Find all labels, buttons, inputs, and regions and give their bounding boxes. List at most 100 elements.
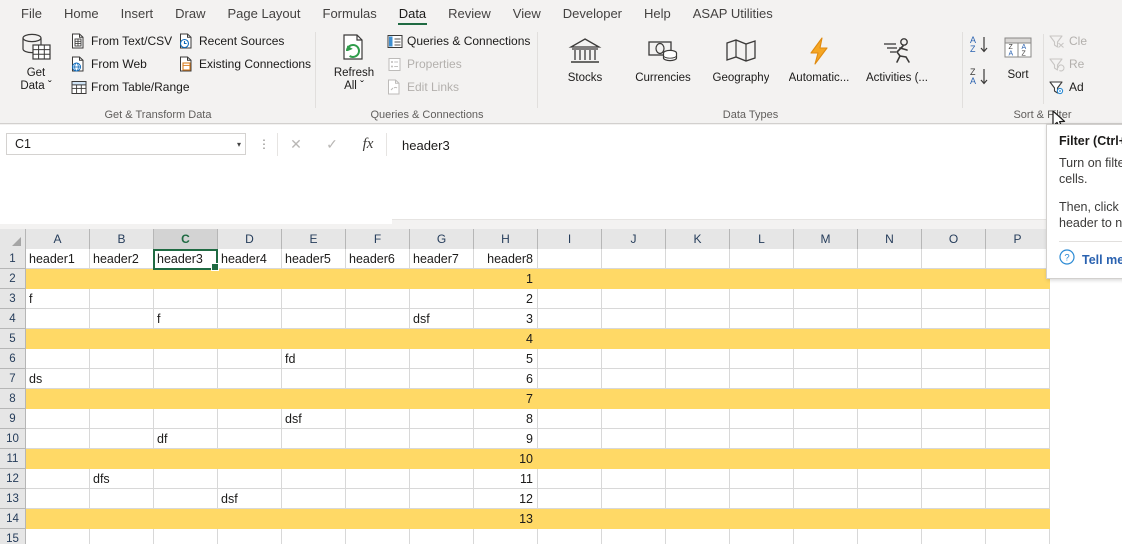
cell-C4[interactable]: f: [154, 309, 218, 329]
cell-O15[interactable]: [922, 529, 986, 544]
cell-E6[interactable]: fd: [282, 349, 346, 369]
cell-A12[interactable]: [26, 469, 90, 489]
queries-connections-button[interactable]: Queries & Connections: [386, 31, 530, 51]
cell-H2[interactable]: 1: [474, 269, 538, 289]
cell-I15[interactable]: [538, 529, 602, 544]
cell-J7[interactable]: [602, 369, 666, 389]
sort-dialog-button[interactable]: Z A A Z Sort: [995, 31, 1041, 82]
cell-K1[interactable]: [666, 249, 730, 269]
cell-C14[interactable]: [154, 509, 218, 529]
cell-C3[interactable]: [154, 289, 218, 309]
cell-C12[interactable]: [154, 469, 218, 489]
column-header-l[interactable]: L: [730, 229, 794, 249]
row-header-12[interactable]: 12: [0, 469, 26, 489]
cell-F11[interactable]: [346, 449, 410, 469]
cell-M3[interactable]: [794, 289, 858, 309]
cell-I4[interactable]: [538, 309, 602, 329]
cell-K10[interactable]: [666, 429, 730, 449]
cell-G4[interactable]: dsf: [410, 309, 474, 329]
ribbon-tab-developer[interactable]: Developer: [552, 4, 633, 26]
cell-P6[interactable]: [986, 349, 1050, 369]
cell-J15[interactable]: [602, 529, 666, 544]
row-header-3[interactable]: 3: [0, 289, 26, 309]
column-header-o[interactable]: O: [922, 229, 986, 249]
cell-E14[interactable]: [282, 509, 346, 529]
column-header-i[interactable]: I: [538, 229, 602, 249]
cell-G11[interactable]: [410, 449, 474, 469]
cell-P8[interactable]: [986, 389, 1050, 409]
cell-P11[interactable]: [986, 449, 1050, 469]
ribbon-tab-view[interactable]: View: [502, 4, 552, 26]
column-header-g[interactable]: G: [410, 229, 474, 249]
refresh-all-button[interactable]: Refresh All ˇ: [326, 29, 382, 93]
cell-C8[interactable]: [154, 389, 218, 409]
cell-K15[interactable]: [666, 529, 730, 544]
cell-I11[interactable]: [538, 449, 602, 469]
cell-P9[interactable]: [986, 409, 1050, 429]
cell-L13[interactable]: [730, 489, 794, 509]
cell-B2[interactable]: [90, 269, 154, 289]
cell-A6[interactable]: [26, 349, 90, 369]
cell-N1[interactable]: [858, 249, 922, 269]
cell-O11[interactable]: [922, 449, 986, 469]
cell-L14[interactable]: [730, 509, 794, 529]
cell-K13[interactable]: [666, 489, 730, 509]
cell-C15[interactable]: [154, 529, 218, 544]
cell-D10[interactable]: [218, 429, 282, 449]
cell-D6[interactable]: [218, 349, 282, 369]
cell-O1[interactable]: [922, 249, 986, 269]
cell-P10[interactable]: [986, 429, 1050, 449]
cell-E2[interactable]: [282, 269, 346, 289]
cell-D7[interactable]: [218, 369, 282, 389]
cell-N14[interactable]: [858, 509, 922, 529]
cell-C13[interactable]: [154, 489, 218, 509]
cell-O2[interactable]: [922, 269, 986, 289]
cell-A2[interactable]: [26, 269, 90, 289]
stocks-button[interactable]: Stocks: [546, 30, 624, 84]
cell-H15[interactable]: [474, 529, 538, 544]
cell-B12[interactable]: dfs: [90, 469, 154, 489]
ribbon-tab-home[interactable]: Home: [53, 4, 110, 26]
ribbon-tab-file[interactable]: File: [10, 4, 53, 26]
cell-M1[interactable]: [794, 249, 858, 269]
cell-B13[interactable]: [90, 489, 154, 509]
cell-E8[interactable]: [282, 389, 346, 409]
cell-P2[interactable]: [986, 269, 1050, 289]
cell-L8[interactable]: [730, 389, 794, 409]
cell-F5[interactable]: [346, 329, 410, 349]
cell-M8[interactable]: [794, 389, 858, 409]
cell-M5[interactable]: [794, 329, 858, 349]
ribbon-tab-help[interactable]: Help: [633, 4, 682, 26]
cell-M6[interactable]: [794, 349, 858, 369]
cell-H12[interactable]: 11: [474, 469, 538, 489]
ribbon-tab-review[interactable]: Review: [437, 4, 502, 26]
cell-K11[interactable]: [666, 449, 730, 469]
row-header-11[interactable]: 11: [0, 449, 26, 469]
cell-O4[interactable]: [922, 309, 986, 329]
cell-M10[interactable]: [794, 429, 858, 449]
cell-D11[interactable]: [218, 449, 282, 469]
cell-L3[interactable]: [730, 289, 794, 309]
column-header-k[interactable]: K: [666, 229, 730, 249]
cell-J14[interactable]: [602, 509, 666, 529]
cell-K12[interactable]: [666, 469, 730, 489]
cell-B9[interactable]: [90, 409, 154, 429]
cell-E9[interactable]: dsf: [282, 409, 346, 429]
cell-O8[interactable]: [922, 389, 986, 409]
cell-A5[interactable]: [26, 329, 90, 349]
cell-A10[interactable]: [26, 429, 90, 449]
cell-A11[interactable]: [26, 449, 90, 469]
ribbon-tab-data[interactable]: Data: [388, 4, 437, 26]
cell-M7[interactable]: [794, 369, 858, 389]
column-header-p[interactable]: P: [986, 229, 1050, 249]
cell-D2[interactable]: [218, 269, 282, 289]
cell-P14[interactable]: [986, 509, 1050, 529]
cell-F2[interactable]: [346, 269, 410, 289]
cell-I8[interactable]: [538, 389, 602, 409]
cell-J9[interactable]: [602, 409, 666, 429]
cell-J8[interactable]: [602, 389, 666, 409]
row-header-15[interactable]: 15: [0, 529, 26, 544]
from-table-range-button[interactable]: From Table/Range: [70, 77, 190, 97]
ribbon-tab-formulas[interactable]: Formulas: [312, 4, 388, 26]
advanced-filter-button[interactable]: Ad: [1048, 77, 1084, 97]
